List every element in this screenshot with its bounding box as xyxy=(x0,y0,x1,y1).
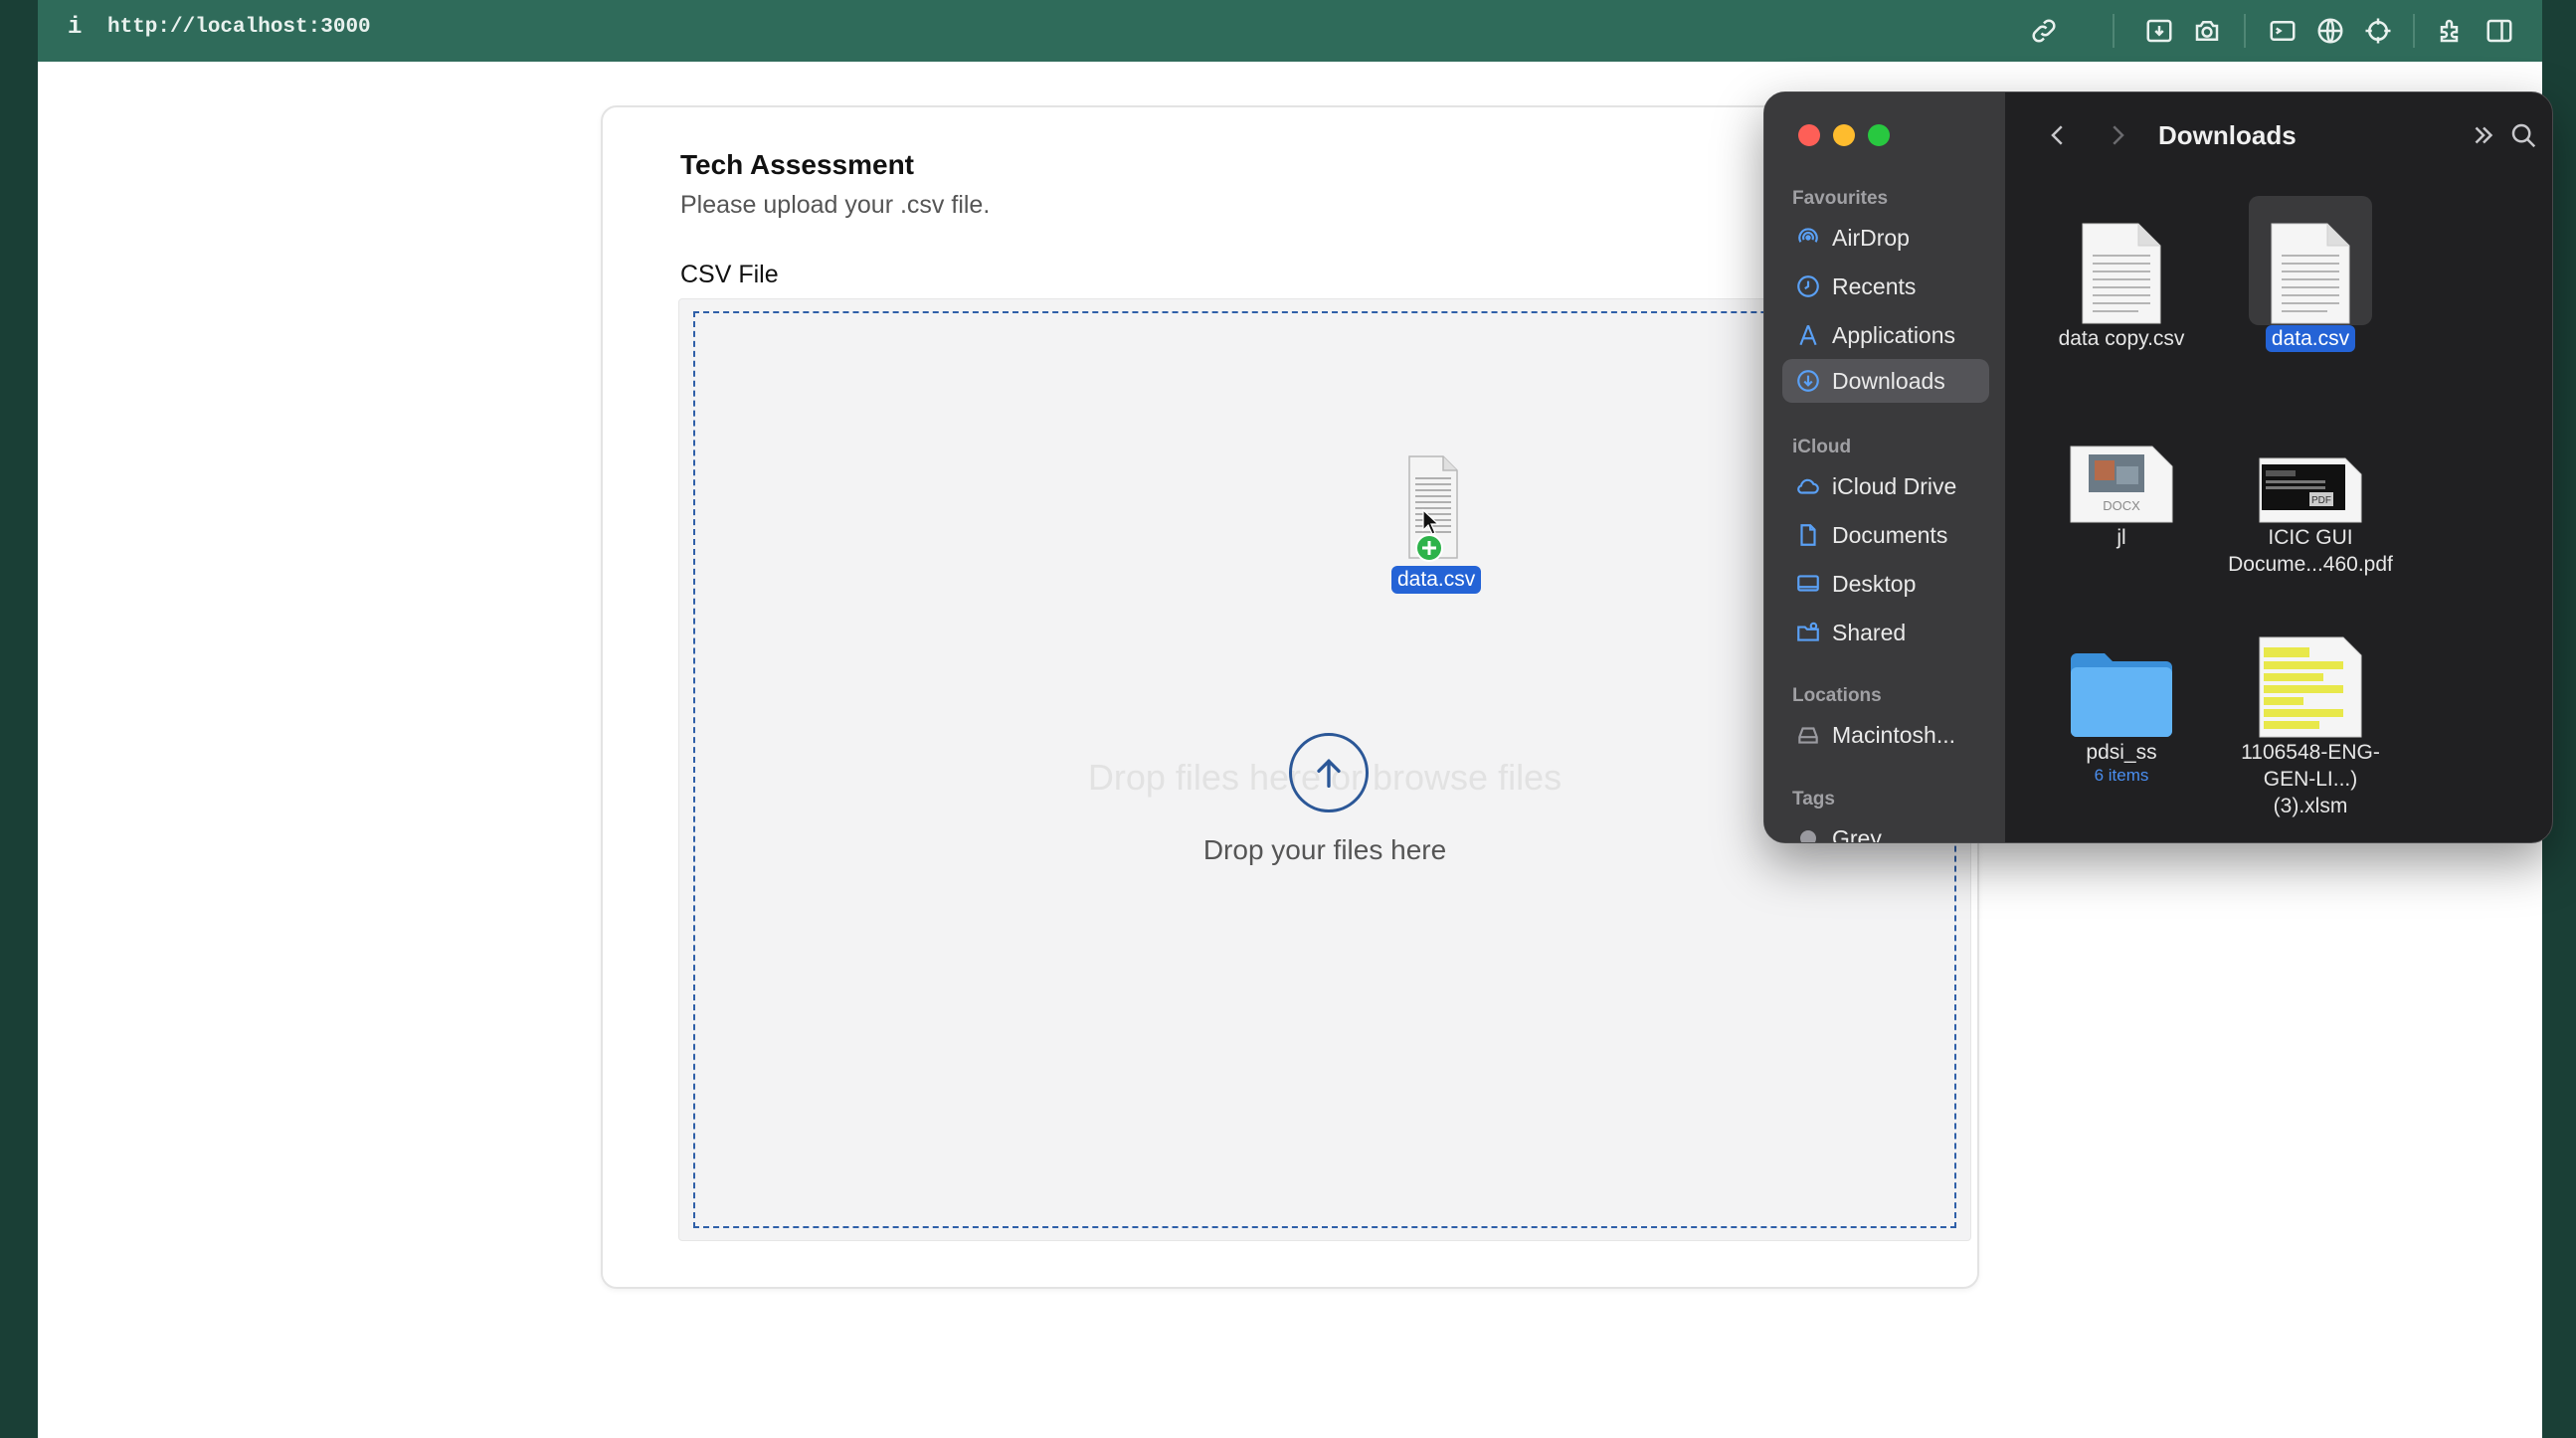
split-view-icon[interactable] xyxy=(2483,14,2516,48)
sidebar-section-tags: Tags xyxy=(1792,789,1835,809)
link-icon[interactable] xyxy=(2027,14,2061,48)
shared-folder-icon xyxy=(1794,619,1822,646)
document-icon xyxy=(1794,521,1822,549)
applications-icon xyxy=(1794,321,1822,349)
sidebar-item-applications[interactable]: Applications xyxy=(1782,313,1989,357)
globe-icon[interactable] xyxy=(2313,14,2347,48)
csv-document-icon xyxy=(1408,455,1458,562)
finder-window[interactable]: Favourites AirDrop Recents Applications xyxy=(1763,91,2553,843)
file-item-selected[interactable]: data.csv xyxy=(2226,196,2395,352)
file-item[interactable]: data copy.csv xyxy=(2037,196,2206,352)
sidebar-item-label: Grey xyxy=(1832,824,1882,843)
docx-document-icon: DOCX xyxy=(2037,415,2206,524)
file-item[interactable]: 1106548-ENG- GEN-LI...) (3).xlsm xyxy=(2226,620,2395,819)
file-name-line2: GEN-LI...) (3).xlsm xyxy=(2263,768,2358,817)
finder-content: Downloads data copy.csv data.csv DOCX jl… xyxy=(2005,92,2552,842)
disk-icon xyxy=(1794,721,1822,749)
desktop-icon xyxy=(1794,570,1822,598)
dragged-file[interactable]: data.csv xyxy=(1372,454,1491,614)
sidebar-section-icloud: iCloud xyxy=(1792,437,1852,457)
file-name: jl xyxy=(2116,526,2126,549)
info-icon[interactable]: i xyxy=(68,14,82,41)
sidebar-item-documents[interactable]: Documents xyxy=(1782,513,1989,557)
cloud-icon xyxy=(1794,472,1822,500)
sidebar-item-label: Recents xyxy=(1832,272,1917,299)
grey-tag-dot-icon xyxy=(1794,824,1822,842)
crosshair-icon[interactable] xyxy=(2361,14,2395,48)
sidebar-item-label: Macintosh... xyxy=(1832,721,1955,748)
airdrop-icon xyxy=(1794,224,1822,252)
toolbar-divider xyxy=(2113,14,2115,48)
sidebar-item-downloads[interactable]: Downloads xyxy=(1782,359,1989,403)
card-title: Tech Assessment xyxy=(680,149,914,180)
sidebar-item-label: AirDrop xyxy=(1832,224,1910,251)
finder-sidebar: Favourites AirDrop Recents Applications xyxy=(1764,92,2005,842)
folder-item[interactable]: pdsi_ss 6 items xyxy=(2037,620,2206,786)
finder-title: Downloads xyxy=(2158,120,2297,150)
folder-icon xyxy=(2037,620,2206,739)
zoom-button[interactable] xyxy=(1868,124,1890,146)
file-item[interactable]: DOCX jl xyxy=(2037,415,2206,551)
terminal-icon[interactable] xyxy=(2266,14,2300,48)
minimize-button[interactable] xyxy=(1833,124,1855,146)
file-item[interactable]: PDF ICIC GUI Docume...460.pdf xyxy=(2226,415,2395,578)
dragged-file-name: data.csv xyxy=(1391,566,1482,594)
file-name: data.csv xyxy=(2265,325,2356,352)
browser-viewport: i http://localhost:3000 Tech Assessment … xyxy=(38,0,2553,1438)
file-name-line2: Docume...460.pdf xyxy=(2228,553,2393,576)
card-subtitle: Please upload your .csv file. xyxy=(680,191,991,219)
sidebar-section-locations: Locations xyxy=(1792,685,1882,706)
sidebar-item-label: iCloud Drive xyxy=(1832,472,1957,499)
camera-icon[interactable] xyxy=(2190,14,2224,48)
pdf-document-icon: PDF xyxy=(2226,415,2395,524)
folder-item-count: 6 items xyxy=(2094,766,2149,785)
sidebar-item-macintosh[interactable]: Macintosh... xyxy=(1782,713,1989,757)
clock-icon xyxy=(1794,272,1822,300)
csv-document-icon xyxy=(2037,196,2206,325)
csv-field-label: CSV File xyxy=(680,261,779,288)
file-name: data copy.csv xyxy=(2058,327,2185,350)
sidebar-item-label: Applications xyxy=(1832,321,1956,348)
folder-name: pdsi_ss xyxy=(2086,741,2157,764)
toolbar-divider xyxy=(2244,14,2246,48)
sidebar-item-label: Downloads xyxy=(1832,367,1945,394)
sidebar-item-recents[interactable]: Recents xyxy=(1782,265,1989,308)
back-chevron-icon[interactable] xyxy=(2043,120,2073,150)
downloads-icon xyxy=(1794,367,1822,395)
sidebar-item-label: Documents xyxy=(1832,521,1948,548)
sidebar-item-label: Desktop xyxy=(1832,570,1917,597)
sidebar-item-airdrop[interactable]: AirDrop xyxy=(1782,216,1989,260)
xlsm-document-icon xyxy=(2226,620,2395,739)
toolbar-divider xyxy=(2413,14,2415,48)
svg-text:PDF: PDF xyxy=(2311,495,2331,506)
svg-text:DOCX: DOCX xyxy=(2103,498,2140,513)
sidebar-item-label: Shared xyxy=(1832,619,1907,645)
csv-document-icon xyxy=(2249,196,2372,325)
sidebar-item-desktop[interactable]: Desktop xyxy=(1782,562,1989,606)
sidebar-section-favourites: Favourites xyxy=(1792,188,1889,209)
sidebar-item-tag-grey[interactable]: Grey xyxy=(1782,816,1989,843)
file-name-line1: 1106548-ENG- xyxy=(2241,741,2380,764)
upload-arrow-icon xyxy=(1289,733,1369,812)
more-chevrons-icon[interactable] xyxy=(2469,120,2498,150)
file-name-line1: ICIC GUI xyxy=(2268,526,2353,549)
sidebar-item-icloud-drive[interactable]: iCloud Drive xyxy=(1782,464,1989,508)
search-icon[interactable] xyxy=(2508,120,2538,150)
extension-icon[interactable] xyxy=(2435,14,2469,48)
url-bar[interactable]: http://localhost:3000 xyxy=(107,16,371,39)
close-button[interactable] xyxy=(1798,124,1820,146)
forward-chevron-icon[interactable] xyxy=(2103,120,2132,150)
browser-toolbar: i http://localhost:3000 xyxy=(38,0,2542,62)
sidebar-item-shared[interactable]: Shared xyxy=(1782,611,1989,654)
download-icon[interactable] xyxy=(2142,14,2176,48)
